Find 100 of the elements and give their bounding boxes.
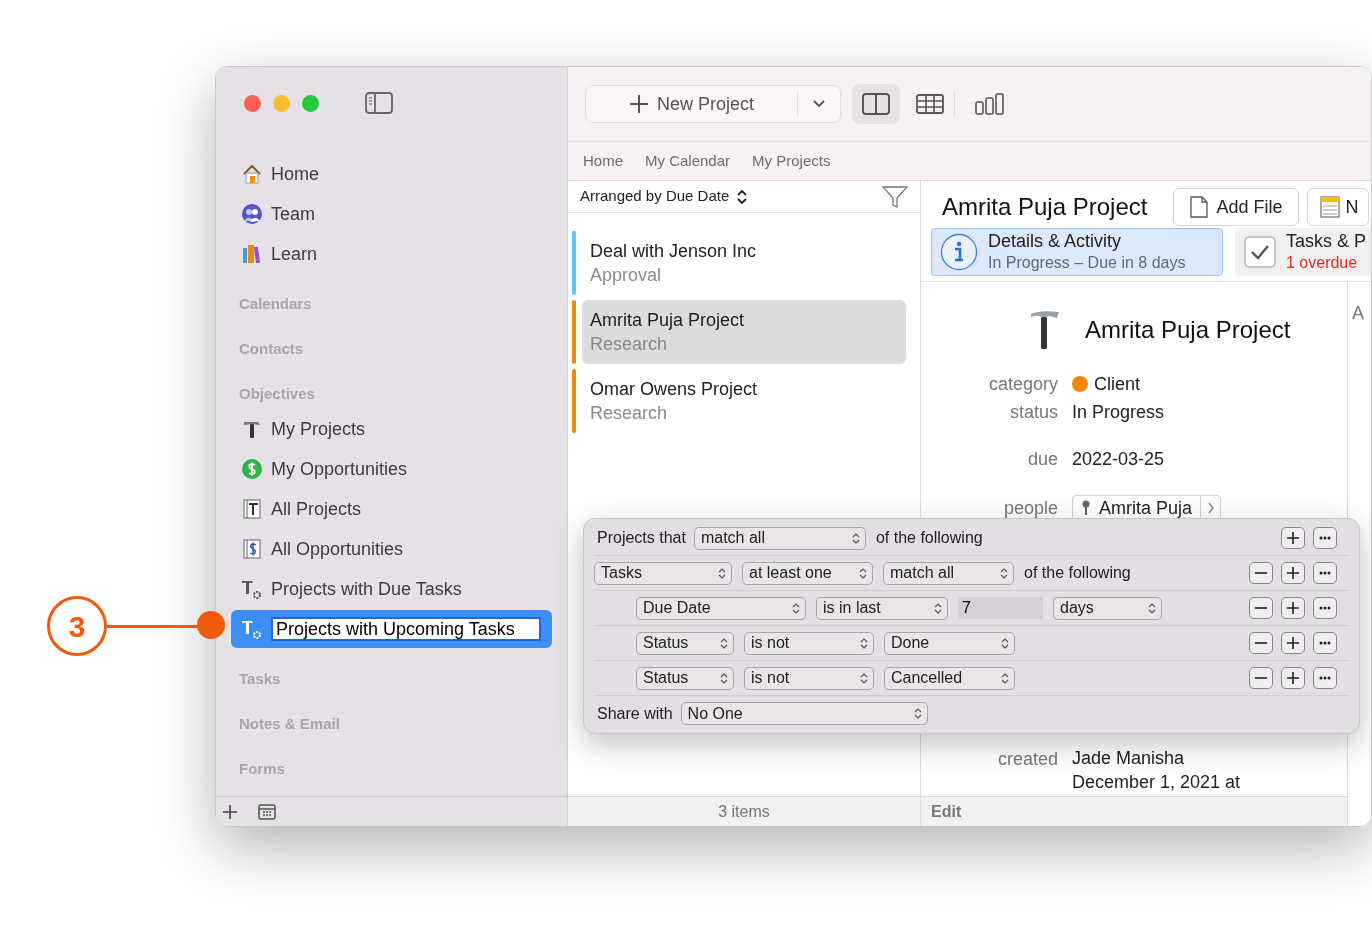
note-button[interactable]: N (1307, 188, 1370, 226)
add-button[interactable] (1281, 527, 1305, 549)
house-icon (241, 163, 263, 185)
sidebar-label[interactable]: My Projects (271, 415, 366, 443)
notebook-dollar-icon (241, 538, 263, 560)
tab-title: Details & Activity (988, 231, 1123, 252)
sidebar-item[interactable]: Learn (231, 235, 552, 273)
field-value: Jade Manisha (1072, 747, 1186, 770)
more-button[interactable] (1313, 667, 1337, 689)
add-file-button[interactable]: Add File (1173, 188, 1300, 226)
project-list-item[interactable]: Omar Owens Project Research (582, 369, 906, 433)
add-button[interactable] (1281, 667, 1305, 689)
more-button[interactable] (1313, 632, 1337, 654)
popup-button[interactable]: Status (636, 666, 734, 690)
edit-button[interactable]: Edit (931, 799, 962, 824)
chevron-right-icon (1206, 502, 1215, 514)
sidebar-label[interactable]: My Opportunities (271, 455, 408, 483)
remove-button[interactable] (1249, 667, 1273, 689)
field-value: 2022-03-25 (1072, 448, 1165, 471)
more-button[interactable] (1313, 562, 1337, 584)
updown-icon (934, 601, 942, 615)
detail-tab[interactable]: Tasks & P 1 overdue (1235, 228, 1371, 276)
remove-button[interactable] (1249, 632, 1273, 654)
item-title: Deal with Jenson Inc (590, 240, 758, 263)
updown-icon (860, 671, 868, 685)
breadcrumb-link[interactable]: My Calendar (645, 149, 731, 173)
plus-icon (1286, 567, 1300, 579)
add-icon[interactable] (222, 803, 238, 820)
item-subtitle: Research (590, 402, 669, 425)
updown-icon (1148, 601, 1156, 615)
popup-button[interactable]: match all (693, 526, 866, 550)
project-title: Amrita Puja Project (942, 192, 1148, 222)
popup-button[interactable]: is not (744, 631, 874, 655)
project-list-item[interactable]: Amrita Puja Project Research (582, 300, 906, 364)
add-button[interactable] (1281, 597, 1305, 619)
item-title: Omar Owens Project (590, 378, 759, 401)
project-heading: Amrita Puja Project (1085, 315, 1291, 345)
breadcrumb-link[interactable]: My Projects (752, 149, 831, 173)
popup-button[interactable]: Cancelled (884, 666, 1015, 690)
add-button[interactable] (1281, 562, 1305, 584)
filter-icon[interactable] (882, 184, 908, 209)
project-list-item[interactable]: Deal with Jenson Inc Approval (582, 231, 906, 295)
popup-button[interactable]: is in last (816, 596, 948, 620)
field-label: created (996, 748, 1058, 771)
number-field[interactable]: 7 (958, 597, 1043, 619)
hammer-gear-icon (241, 578, 263, 600)
sidebar-label[interactable]: All Opportunities (271, 535, 404, 563)
updown-icon (720, 671, 728, 685)
remove-button[interactable] (1249, 562, 1273, 584)
sidebar-label[interactable]: Projects with Due Tasks (271, 575, 462, 603)
rule-label: Projects that (596, 528, 686, 548)
more-button[interactable] (1313, 527, 1337, 549)
view-button[interactable] (852, 84, 900, 124)
popup-button[interactable]: Tasks (594, 561, 732, 585)
popup-button[interactable]: Done (884, 631, 1015, 655)
rule-label: of the following (875, 528, 983, 548)
sort-menu[interactable]: Arranged by Due Date (580, 185, 748, 208)
more-button[interactable] (1313, 597, 1337, 619)
sidebar-label[interactable]: Home (271, 160, 319, 188)
rule-label: Share with (596, 703, 673, 724)
plus-icon (1286, 532, 1300, 544)
sidebar-item[interactable]: My Projects (231, 410, 552, 448)
sidebar-label[interactable]: All Projects (271, 495, 362, 523)
document-icon (1190, 196, 1209, 218)
sidebar-item[interactable]: All Opportunities (231, 530, 552, 568)
sidebar-item[interactable]: Home (231, 155, 552, 193)
field-label: people (1002, 496, 1058, 520)
sidebar-label[interactable]: Team (271, 200, 315, 228)
sidebar-label[interactable]: Learn (271, 240, 318, 268)
plus-icon (1286, 602, 1300, 614)
info-icon (940, 233, 978, 271)
updown-icon (792, 601, 800, 615)
sidebar-item[interactable]: My Opportunities (231, 450, 552, 488)
item-count: 3 items (718, 801, 770, 822)
sidebar-item[interactable]: Projects with Upcoming Tasks (231, 610, 552, 648)
name-field[interactable]: Projects with Upcoming Tasks (271, 617, 541, 641)
breadcrumb-link[interactable]: Home (583, 149, 623, 173)
popup-button[interactable]: days (1053, 596, 1162, 620)
updown-icon (1001, 636, 1009, 650)
add-button[interactable] (1281, 632, 1305, 654)
calendar-icon[interactable] (258, 803, 276, 820)
hammer-icon (1029, 309, 1061, 351)
popup-button[interactable]: at least one (742, 561, 873, 585)
popup-button[interactable]: Status (636, 631, 734, 655)
popup-button[interactable]: match all (883, 561, 1014, 585)
notebook-hammer-icon (241, 498, 263, 520)
updown-icon (851, 531, 860, 545)
checkbox-icon (1244, 236, 1276, 268)
sidebar-item[interactable]: Projects with Due Tasks (231, 570, 552, 608)
tab-subtitle: 1 overdue (1286, 253, 1359, 273)
sidebar-item[interactable]: Team (231, 195, 552, 233)
remove-button[interactable] (1249, 597, 1273, 619)
detail-tab[interactable]: Details & Activity In Progress – Due in 8 days (931, 228, 1223, 276)
popup-button[interactable]: is not (744, 666, 874, 690)
sidebar-item[interactable]: All Projects (231, 490, 552, 528)
person-token[interactable]: Amrita Puja (1072, 495, 1222, 521)
popup-button[interactable]: Due Date (636, 596, 806, 620)
sidebar-toggle-icon[interactable] (365, 92, 393, 114)
field-value: In Progress (1072, 401, 1165, 424)
popup-button[interactable]: No One (680, 702, 928, 725)
